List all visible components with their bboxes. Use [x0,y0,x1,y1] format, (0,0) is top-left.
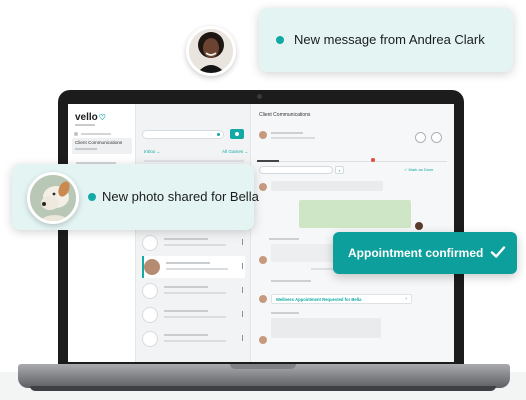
bella-dog-photo [27,172,79,224]
check-icon: ✓ [404,167,408,172]
sidebar-dot [74,132,78,136]
person-icon [189,29,233,73]
thread-search-input[interactable] [259,166,333,174]
conversation-list: Inbox ⌄ All Games ⌄ [136,104,251,362]
unread-dot [276,36,284,44]
kebab-icon[interactable] [241,335,243,341]
list-item[interactable] [142,232,245,254]
list-item[interactable] [142,328,245,350]
compose-icon [235,132,239,136]
message-meta [269,238,299,240]
message-meta [271,312,299,314]
chevron-right-icon: › [405,296,407,302]
client-avatar[interactable] [259,131,267,139]
sender-avatar [259,256,267,264]
sidebar-item[interactable] [81,133,111,135]
message-meta [271,280,311,282]
client-name [271,132,303,134]
laptop-base [18,364,510,388]
appointment-confirmed-toast[interactable]: Appointment confirmed [333,232,517,274]
mark-done-button[interactable]: ✓ Mark as Done [404,167,433,172]
andrea-clark-avatar [186,26,236,76]
sender-avatar [259,336,267,344]
action-button[interactable] [415,132,426,143]
toast-text: Appointment confirmed [348,246,484,260]
filter-dropdown[interactable]: All Games ⌄ [222,149,248,155]
search-icon [217,133,220,136]
list-item[interactable] [142,280,245,302]
marketing-stage: vello♡ Client Communications Inbox ⌄ All… [0,0,526,400]
page-title: Client Communications [259,112,311,118]
client-details [271,137,315,139]
message-bubble[interactable] [271,181,383,191]
sidebar-item-client-communications[interactable]: Client Communications [72,138,132,154]
kebab-icon[interactable] [241,263,243,269]
unread-badge [371,158,375,162]
brand-logo[interactable]: vello♡ [75,112,106,123]
notification-new-message[interactable]: New message from Andrea Clark [259,8,513,72]
kebab-icon[interactable] [241,311,243,317]
sender-avatar [259,183,267,191]
kebab-icon[interactable] [241,287,243,293]
sidebar-item-sub [75,148,97,150]
laptop-base-lip [30,386,496,391]
sidebar-item-label: Client Communications [75,140,123,145]
list-columns [144,160,244,162]
camera-icon [257,94,262,99]
search-icon[interactable]: ⌕ [335,166,344,174]
check-icon [490,246,506,258]
wellness-request-link[interactable]: Wellness Appointment Requested for Bella… [271,294,412,304]
inbox-dropdown[interactable]: Inbox ⌄ [144,149,160,155]
chevron-down-icon: ⌄ [156,149,161,154]
dog-icon [30,175,76,221]
heart-icon: ♡ [98,113,106,122]
thread-tabs [257,161,447,162]
brand-tagline [75,124,95,126]
notification-text: New photo shared for Bella [102,189,259,204]
sender-avatar [259,295,267,303]
unread-dot [88,193,96,201]
compose-button[interactable] [230,129,244,139]
action-button[interactable] [431,132,442,143]
kebab-icon[interactable] [241,239,243,245]
tab-active[interactable] [257,160,279,162]
sender-avatar [415,222,423,230]
chevron-down-icon: ⌄ [244,149,249,154]
list-item[interactable] [142,256,245,278]
laptop-notch [230,364,296,369]
list-search-input[interactable] [142,130,224,139]
message-bubble[interactable] [271,318,381,338]
message-bubble-outgoing[interactable] [299,200,411,228]
notification-text: New message from Andrea Clark [294,32,485,47]
list-item[interactable] [142,304,245,326]
app-sidebar: vello♡ Client Communications [68,104,136,362]
